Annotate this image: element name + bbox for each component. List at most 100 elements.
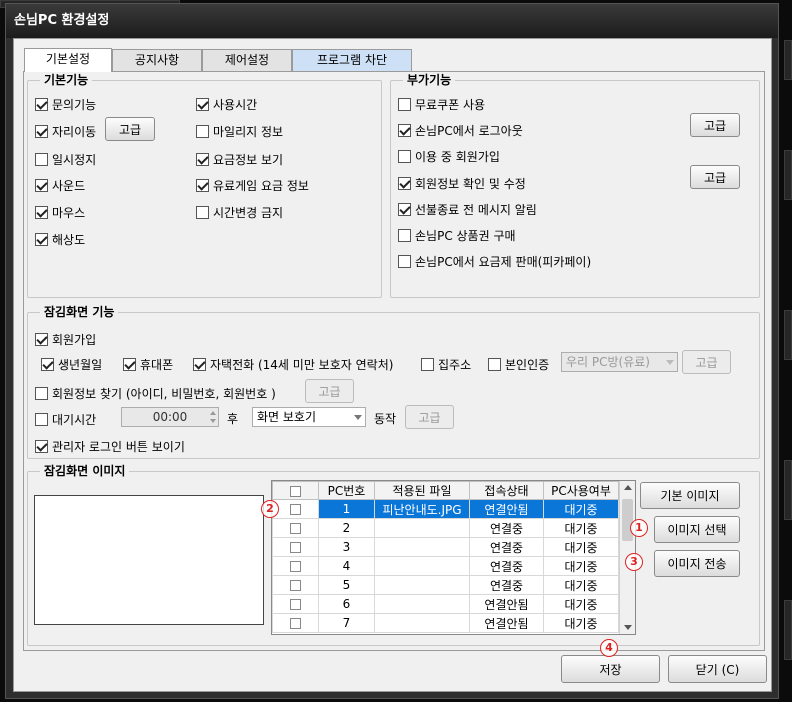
checkbox-box[interactable] <box>35 97 48 111</box>
tab-program-block[interactable]: 프로그램 차단 <box>292 49 412 71</box>
checkbox-box[interactable] <box>193 357 206 371</box>
scroll-thumb[interactable] <box>622 499 633 541</box>
basic-fee-info-checkbox[interactable]: 요금정보 보기 <box>196 151 283 167</box>
table-row[interactable]: 2 연결중 대기중 <box>272 518 619 538</box>
checkbox-box[interactable] <box>398 97 411 111</box>
select-all-header[interactable] <box>272 481 319 500</box>
row-checkbox-cell[interactable] <box>272 594 319 614</box>
checkbox-box[interactable] <box>398 123 411 137</box>
checkbox-box[interactable] <box>196 124 209 138</box>
checkbox-box[interactable] <box>35 232 48 246</box>
checkbox-box[interactable] <box>488 357 501 371</box>
idle-time-stepper[interactable]: 00:00 <box>121 407 219 427</box>
pc-image-table[interactable]: PC번호 적용된 파일 접속상태 PC사용여부 1 피난안내도.JPG 연결안됨 대기… <box>271 480 636 635</box>
basic-seat-move-checkbox[interactable]: 자리이동 <box>35 123 96 139</box>
checkbox-box[interactable] <box>35 152 48 166</box>
logout-advanced-button[interactable]: 고급 <box>690 113 740 137</box>
extra-signup-during-use-checkbox[interactable]: 이용 중 회원가입 <box>398 148 500 164</box>
extra-prepaid-alert-checkbox[interactable]: 선불종료 전 메시지 알림 <box>398 201 537 217</box>
extra-free-coupon-checkbox[interactable]: 무료쿠폰 사용 <box>398 96 485 112</box>
row-checkbox[interactable] <box>290 523 301 534</box>
idle-action-select[interactable]: 화면 보호기 <box>252 407 366 427</box>
row-checkbox-cell[interactable] <box>272 556 319 576</box>
table-row[interactable]: 4 연결중 대기중 <box>272 556 619 576</box>
stepper-up-icon[interactable] <box>210 411 216 415</box>
row-checkbox-cell[interactable] <box>272 499 319 519</box>
basic-pause-checkbox[interactable]: 일시정지 <box>35 151 96 167</box>
checkbox-box[interactable] <box>196 97 209 111</box>
lock-signup-checkbox[interactable]: 회원가입 <box>35 331 96 347</box>
checkbox-box[interactable] <box>196 178 209 192</box>
checkbox-box[interactable] <box>41 357 54 371</box>
scroll-down-icon[interactable] <box>624 625 632 630</box>
lock-mobile-checkbox[interactable]: 휴대폰 <box>123 356 173 372</box>
tab-notice[interactable]: 공지사항 <box>112 49 202 71</box>
row-checkbox[interactable] <box>290 561 301 572</box>
lock-admin-login-checkbox[interactable]: 관리자 로그인 버튼 보이기 <box>35 438 185 454</box>
identity-provider-select[interactable]: 우리 PC방(유료) <box>561 352 678 372</box>
stepper-down-icon[interactable] <box>210 419 216 423</box>
member-info-advanced-button[interactable]: 고급 <box>690 165 740 189</box>
checkbox-box[interactable] <box>196 205 209 219</box>
identity-advanced-button[interactable]: 고급 <box>682 350 731 374</box>
row-checkbox[interactable] <box>290 618 301 629</box>
idle-advanced-button[interactable]: 고급 <box>405 405 454 429</box>
table-row[interactable]: 1 피난안내도.JPG 연결안됨 대기중 <box>272 499 619 519</box>
basic-sound-checkbox[interactable]: 사운드 <box>35 177 85 193</box>
close-button[interactable]: 닫기 (C) <box>668 655 767 683</box>
basic-mileage-checkbox[interactable]: 마일리지 정보 <box>196 123 283 139</box>
basic-mouse-checkbox[interactable]: 마우스 <box>35 204 85 220</box>
table-row[interactable]: 6 연결안됨 대기중 <box>272 594 619 614</box>
row-checkbox-cell[interactable] <box>272 613 319 633</box>
checkbox-box[interactable] <box>398 176 411 190</box>
checkbox-box[interactable] <box>398 228 411 242</box>
checkbox-box[interactable] <box>35 439 48 453</box>
checkbox-box[interactable] <box>123 357 136 371</box>
tab-basic-settings[interactable]: 기본설정 <box>24 48 112 72</box>
checkbox-box[interactable] <box>35 332 48 346</box>
select-all-checkbox[interactable] <box>290 485 301 497</box>
checkbox-box[interactable] <box>398 254 411 268</box>
extra-gift-card-checkbox[interactable]: 손님PC 상품권 구매 <box>398 227 516 243</box>
checkbox-box[interactable] <box>398 149 411 163</box>
row-checkbox[interactable] <box>290 542 301 553</box>
table-row[interactable]: 7 연결안됨 대기중 <box>272 613 619 633</box>
tab-control-settings[interactable]: 제어설정 <box>202 49 292 71</box>
checkbox-box[interactable] <box>421 357 434 371</box>
extra-logout-checkbox[interactable]: 손님PC에서 로그아웃 <box>398 122 523 138</box>
basic-paid-game-checkbox[interactable]: 유료게임 요금 정보 <box>196 177 309 193</box>
column-header[interactable]: PC사용여부 <box>543 481 619 500</box>
table-row[interactable]: 5 연결중 대기중 <box>272 575 619 595</box>
send-image-button[interactable]: 이미지 전송 <box>654 550 740 577</box>
lock-address-checkbox[interactable]: 집주소 <box>421 356 471 372</box>
row-checkbox-cell[interactable] <box>272 518 319 538</box>
checkbox-box[interactable] <box>35 124 48 138</box>
basic-time-change-lock-checkbox[interactable]: 시간변경 금지 <box>196 204 283 220</box>
seat-move-advanced-button[interactable]: 고급 <box>105 117 155 141</box>
checkbox-box[interactable] <box>35 386 48 400</box>
checkbox-box[interactable] <box>35 205 48 219</box>
column-header[interactable]: 적용된 파일 <box>374 481 470 500</box>
checkbox-box[interactable] <box>398 202 411 216</box>
extra-member-info-checkbox[interactable]: 회원정보 확인 및 수정 <box>398 175 526 191</box>
lock-identity-checkbox[interactable]: 본인인증 <box>488 356 549 372</box>
table-row[interactable]: 3 연결중 대기중 <box>272 537 619 557</box>
row-checkbox[interactable] <box>290 599 301 610</box>
row-checkbox[interactable] <box>290 504 301 515</box>
lock-find-member-checkbox[interactable]: 회원정보 찾기 (아이디, 비밀번호, 회원번호 ) <box>35 385 276 401</box>
checkbox-box[interactable] <box>35 412 48 426</box>
default-image-button[interactable]: 기본 이미지 <box>640 482 740 509</box>
basic-inquiry-checkbox[interactable]: 문의기능 <box>35 96 96 112</box>
extra-picapay-checkbox[interactable]: 손님PC에서 요금제 판매(피카페이) <box>398 253 591 269</box>
lock-birthdate-checkbox[interactable]: 생년월일 <box>41 356 102 372</box>
checkbox-box[interactable] <box>196 152 209 166</box>
basic-usage-time-checkbox[interactable]: 사용시간 <box>196 96 257 112</box>
checkbox-box[interactable] <box>35 178 48 192</box>
find-member-advanced-button[interactable]: 고급 <box>305 379 354 403</box>
column-header[interactable]: 접속상태 <box>469 481 544 500</box>
lock-home-phone-checkbox[interactable]: 자택전화 (14세 미만 보호자 연락처) <box>193 356 393 372</box>
row-checkbox-cell[interactable] <box>272 575 319 595</box>
select-image-button[interactable]: 이미지 선택 <box>654 516 740 543</box>
column-header[interactable]: PC번호 <box>318 481 375 500</box>
lock-idle-time-checkbox[interactable]: 대기시간 <box>35 411 96 427</box>
